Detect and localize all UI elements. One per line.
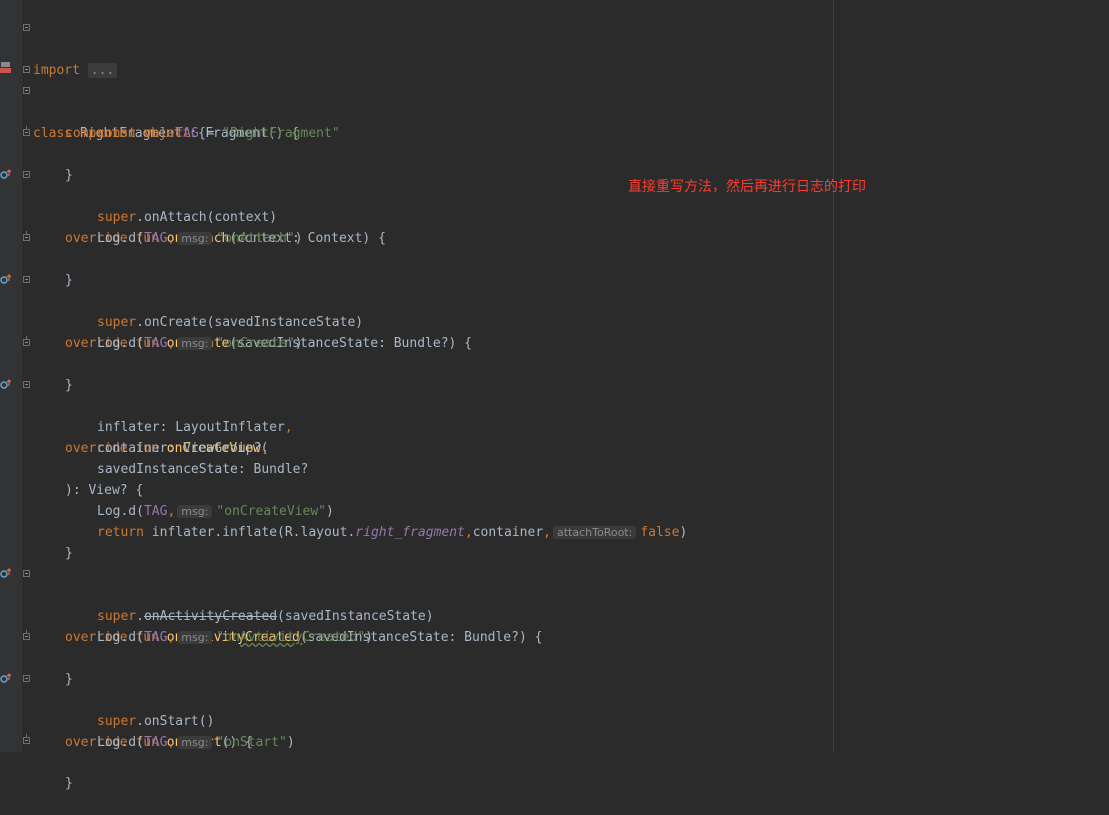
brace: } [65, 776, 73, 791]
run-gutter-icon[interactable] [0, 62, 11, 73]
code-editor[interactable]: import ... class RightFragment : Fragmen… [0, 0, 1109, 791]
fold-toggle-icon[interactable] [23, 24, 30, 31]
fold-end-icon[interactable] [23, 231, 30, 241]
code-line[interactable]: ): View? { [0, 459, 830, 498]
code-line[interactable]: } [0, 627, 830, 687]
code-line[interactable]: Log.d(TAG, msg: "onAvtivityCreated") [0, 606, 830, 645]
code-line[interactable]: return inflater.inflate(R.layout.right_f… [0, 501, 830, 540]
code-line[interactable]: class RightFragment : Fragment() { [0, 60, 830, 141]
code-line[interactable]: super.onCreate(savedInstanceState) [0, 291, 830, 330]
override-gutter-icon[interactable] [0, 673, 11, 684]
code-line[interactable]: companion object { [0, 81, 830, 141]
fold-end-icon[interactable] [23, 126, 30, 136]
fold-toggle-icon[interactable] [23, 675, 30, 682]
fold-toggle-icon[interactable] [23, 570, 30, 577]
code-line[interactable]: } [0, 522, 830, 561]
red-annotation-text: 直接重写方法，然后再进行日志的打印 [628, 179, 866, 195]
code-line[interactable]: } [0, 333, 830, 393]
code-line[interactable]: override fun onCreateView( [0, 375, 830, 456]
override-gutter-icon[interactable] [0, 379, 11, 390]
code-line[interactable]: container: ViewGroup?, [0, 417, 830, 456]
code-line[interactable]: Log.d(TAG, msg: "onStart") [0, 711, 830, 750]
code-line[interactable]: savedInstanceState: Bundle? [0, 438, 830, 477]
code-line[interactable]: const val TAG = "RightFragment" [0, 102, 830, 141]
fold-end-icon[interactable] [23, 336, 30, 346]
code-line[interactable]: import ... [0, 18, 830, 78]
brace: } [65, 546, 73, 561]
code-line[interactable]: Log.d(TAG, msg: "onCreateView") [0, 480, 830, 519]
code-line[interactable]: override fun onStart() { [0, 669, 830, 750]
fold-toggle-icon[interactable] [23, 87, 30, 94]
code-line[interactable]: } [0, 123, 830, 183]
code-line[interactable]: super.onStart() [0, 690, 830, 729]
code-line[interactable]: inflater: LayoutInflater, [0, 396, 830, 435]
code-line[interactable]: } [0, 731, 830, 791]
fold-toggle-icon[interactable] [23, 381, 30, 388]
fold-end-icon[interactable] [23, 734, 30, 744]
code-line[interactable]: Log.d(TAG, msg: "onCreate") [0, 312, 830, 351]
override-gutter-icon[interactable] [0, 568, 11, 579]
code-line[interactable]: super.onActivityCreated(savedInstanceSta… [0, 585, 830, 624]
fold-end-icon[interactable] [23, 630, 30, 640]
fold-toggle-icon[interactable] [23, 66, 30, 73]
code-line[interactable]: Log.d(TAG, msg: "onAttach") [0, 207, 830, 246]
code-line[interactable]: override fun onActivityCreated(savedInst… [0, 564, 830, 645]
fold-toggle-icon[interactable] [23, 171, 30, 178]
override-gutter-icon[interactable] [0, 274, 11, 285]
code-line[interactable]: } [0, 228, 830, 288]
right-margin-guide [833, 0, 834, 752]
fold-toggle-icon[interactable] [23, 276, 30, 283]
override-gutter-icon[interactable] [0, 169, 11, 180]
code-line[interactable]: override fun onCreate(savedInstanceState… [0, 270, 830, 351]
